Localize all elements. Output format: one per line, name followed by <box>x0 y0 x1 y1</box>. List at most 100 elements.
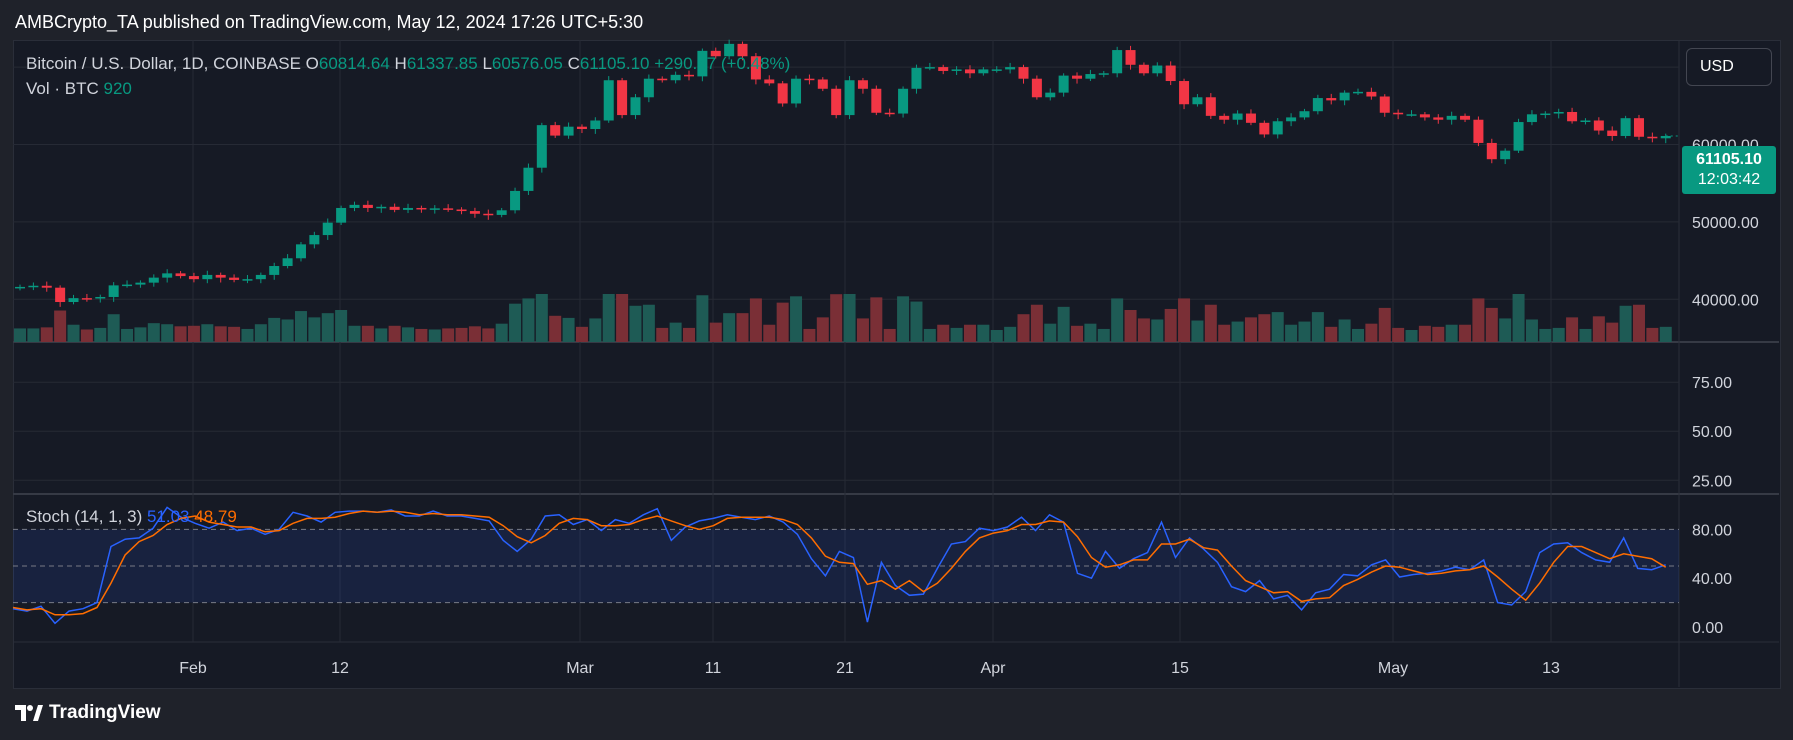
time-axis-tick: Feb <box>179 660 207 677</box>
low-label: L <box>482 54 492 73</box>
volume-bar <box>482 328 495 342</box>
volume-bar <box>1097 328 1110 342</box>
volume-bar <box>629 305 642 342</box>
volume-bar <box>696 295 709 342</box>
volume-bar <box>1418 325 1431 342</box>
stoch-axis-tick: 0.00 <box>1692 620 1723 637</box>
candle-body <box>630 97 641 116</box>
candle-body <box>1165 65 1176 82</box>
candle-body <box>122 284 133 287</box>
volume-bar <box>803 328 816 342</box>
candle-body <box>777 83 788 104</box>
volume-bar <box>669 322 682 342</box>
tradingview-brand: TradingView <box>49 702 161 723</box>
candle-body <box>1245 113 1256 123</box>
volume-bar <box>1231 321 1244 342</box>
volume-bar <box>522 298 535 342</box>
candle-body <box>1513 122 1524 151</box>
candle-body <box>255 274 266 280</box>
volume-bar <box>749 298 762 342</box>
time-axis-tick: Mar <box>566 660 594 677</box>
candle-body <box>1607 130 1618 136</box>
candle-body <box>1553 111 1564 114</box>
candle-body <box>215 274 226 278</box>
volume-bar <box>1258 314 1271 342</box>
candle-body <box>844 80 855 116</box>
price-axis-tick: 50000.00 <box>1692 215 1759 232</box>
candle-body <box>1419 114 1430 118</box>
volume-bar <box>977 324 990 342</box>
volume-bar <box>1392 327 1405 342</box>
candle-body <box>1312 98 1323 112</box>
candle-body <box>362 204 373 208</box>
candle-body <box>898 88 909 114</box>
volume-value: 920 <box>103 79 132 98</box>
volume-bar <box>1191 320 1204 342</box>
candle-body <box>964 69 975 74</box>
volume-bar <box>816 317 829 342</box>
candle-body <box>68 298 79 303</box>
candle-body <box>456 209 467 212</box>
candle-body <box>1339 92 1350 101</box>
candle-body <box>322 222 333 236</box>
chart-canvas[interactable]: 70000.0060000.0050000.0040000.0075.0050.… <box>0 0 1793 740</box>
volume-bar <box>468 326 481 342</box>
candle-body <box>938 67 949 71</box>
volume-bar <box>254 324 267 342</box>
candle-body <box>1379 96 1390 113</box>
volume-bar <box>40 327 53 342</box>
time-axis-tick: 12 <box>331 660 349 677</box>
candle-body <box>764 79 775 84</box>
volume-bar <box>1271 312 1284 342</box>
volume-bar <box>1124 310 1137 342</box>
volume-label[interactable]: Vol · BTC <box>26 79 99 98</box>
candle-body <box>1433 117 1444 120</box>
volume-bar <box>1445 324 1458 342</box>
volume-bar <box>1298 321 1311 342</box>
volume-bar <box>937 324 950 342</box>
volume-bar <box>80 329 93 342</box>
candle-body <box>148 277 159 283</box>
volume-bar <box>1338 319 1351 342</box>
volume-bar <box>268 317 281 342</box>
candle-body <box>175 273 186 277</box>
volume-bar <box>335 310 348 342</box>
currency-button[interactable]: USD <box>1686 48 1772 86</box>
candle-body <box>657 78 668 81</box>
volume-bar <box>1311 312 1324 342</box>
candle-body <box>670 74 681 81</box>
candle-body <box>817 79 828 89</box>
volume-bar <box>308 317 321 342</box>
volume-bar <box>1539 328 1552 342</box>
stoch-label[interactable]: Stoch (14, 1, 3) <box>26 507 142 526</box>
stoch-d-value: 48.79 <box>194 507 237 526</box>
candle-body <box>55 287 66 303</box>
volume-bar <box>1017 314 1030 342</box>
volume-bar <box>1084 323 1097 342</box>
volume-bar <box>14 328 26 342</box>
candle-body <box>1593 120 1604 131</box>
volume-bar <box>1044 323 1057 342</box>
candle-body <box>978 69 989 74</box>
candle-body <box>1326 98 1337 101</box>
volume-bar <box>1057 306 1070 342</box>
volume-legend: Vol · BTC 920 <box>26 79 132 99</box>
candle-body <box>416 207 427 210</box>
volume-bar <box>428 329 441 342</box>
volume-bar <box>923 328 936 342</box>
candle-body <box>590 120 601 130</box>
volume-bar <box>442 328 455 342</box>
price-axis-tick: 40000.00 <box>1692 292 1759 309</box>
volume-bar <box>950 327 963 342</box>
candle-body <box>617 80 628 116</box>
stoch-k-value: 51.03 <box>146 507 190 526</box>
candle-body <box>135 282 146 285</box>
volume-bar <box>1352 328 1364 342</box>
symbol-name[interactable]: Bitcoin / U.S. Dollar, 1D, COINBASE <box>26 54 301 73</box>
volume-bar <box>1204 304 1217 342</box>
tradingview-logo[interactable]: TradingView <box>15 702 161 724</box>
volume-bar <box>107 314 120 342</box>
candle-body <box>1179 81 1190 105</box>
volume-bar <box>843 294 856 342</box>
volume-bar <box>509 303 522 342</box>
